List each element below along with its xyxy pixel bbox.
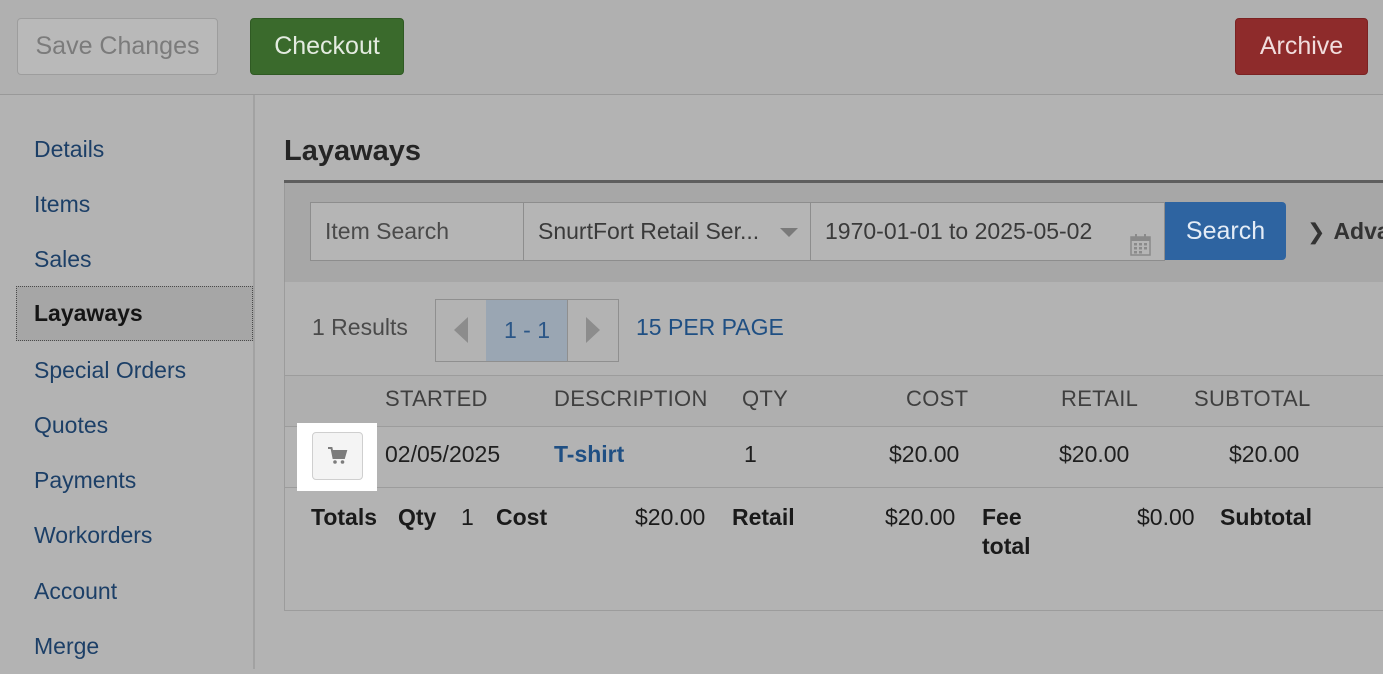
totals-cost-value: $20.00 bbox=[635, 504, 706, 530]
calendar-icon[interactable] bbox=[1130, 220, 1151, 256]
column-header-started[interactable]: STARTED bbox=[385, 386, 488, 412]
advanced-label: Adva bbox=[1333, 218, 1383, 244]
toolbar: Save Changes Checkout Archive bbox=[0, 0, 1383, 95]
per-page-selector[interactable]: 15 PER PAGE bbox=[636, 314, 784, 341]
shop-select[interactable]: SnurtFort Retail Ser... bbox=[523, 202, 811, 261]
date-range-input[interactable]: 1970-01-01 to 2025-05-02 bbox=[810, 202, 1165, 261]
cell-retail: $20.00 bbox=[1059, 441, 1130, 467]
sidebar-item-layaways[interactable]: Layaways bbox=[16, 286, 253, 341]
totals-fee-value: $0.00 bbox=[1137, 504, 1195, 530]
advanced-toggle[interactable]: ❯ Adva bbox=[1307, 202, 1383, 260]
main-content: Layaways Item Search SnurtFort Retail Se… bbox=[255, 95, 1383, 669]
table-header: STARTED DESCRIPTION QTY COST RETAIL SUBT… bbox=[285, 375, 1383, 427]
totals-fee-label: Fee bbox=[982, 504, 1022, 530]
chevron-down-icon bbox=[780, 228, 798, 237]
results-panel: 1 Results 1 - 1 15 PER PAGE STARTED DESC… bbox=[284, 282, 1383, 611]
archive-button[interactable]: Archive bbox=[1235, 18, 1368, 75]
pagination: 1 - 1 bbox=[435, 299, 619, 362]
cell-qty: 1 bbox=[744, 441, 757, 467]
totals-label: Totals bbox=[311, 504, 378, 530]
column-header-subtotal[interactable]: SUBTOTAL bbox=[1194, 386, 1311, 412]
cell-subtotal: $20.00 bbox=[1229, 441, 1300, 467]
search-button[interactable]: Search bbox=[1165, 202, 1286, 260]
sidebar-item-quotes[interactable]: Quotes bbox=[16, 398, 253, 453]
column-header-description[interactable]: DESCRIPTION bbox=[554, 386, 708, 412]
totals-qty-label: Qty bbox=[398, 504, 437, 530]
table-row: 02/05/2025 T-shirt 1 $20.00 $20.00 $20.0… bbox=[285, 423, 1383, 491]
add-to-cart-button[interactable] bbox=[312, 432, 363, 480]
totals-subtotal-label: Subtotal bbox=[1220, 504, 1312, 530]
checkout-button[interactable]: Checkout bbox=[250, 18, 404, 75]
sidebar-item-merge[interactable]: Merge bbox=[16, 619, 253, 674]
cart-icon bbox=[328, 447, 348, 464]
sidebar-item-items[interactable]: Items bbox=[16, 177, 253, 232]
next-page-button[interactable] bbox=[567, 300, 618, 361]
item-description-link[interactable]: T-shirt bbox=[554, 441, 624, 468]
totals-cost-label: Cost bbox=[496, 504, 548, 530]
date-range-value: 1970-01-01 to 2025-05-02 bbox=[825, 218, 1093, 244]
column-header-qty[interactable]: QTY bbox=[742, 386, 788, 412]
filter-bar: Item Search SnurtFort Retail Ser... 1970… bbox=[284, 183, 1383, 282]
page-range: 1 - 1 bbox=[486, 300, 568, 361]
sidebar-item-workorders[interactable]: Workorders bbox=[16, 508, 253, 563]
results-count: 1 Results bbox=[312, 314, 408, 340]
save-changes-button[interactable]: Save Changes bbox=[17, 18, 218, 75]
cell-cost: $20.00 bbox=[889, 441, 960, 467]
column-header-retail[interactable]: RETAIL bbox=[1061, 386, 1138, 412]
sidebar-item-details[interactable]: Details bbox=[16, 122, 253, 177]
totals-fee-label-line2: total bbox=[982, 533, 1031, 559]
sidebar-item-special-orders[interactable]: Special Orders bbox=[16, 343, 253, 398]
item-search-input[interactable]: Item Search bbox=[310, 202, 525, 261]
chevron-right-icon: ❯ bbox=[1307, 219, 1326, 244]
totals-row: Totals Qty 1 Cost $20.00 Retail $20.00 F… bbox=[285, 504, 1383, 584]
totals-qty-value: 1 bbox=[461, 504, 474, 530]
totals-retail-value: $20.00 bbox=[885, 504, 956, 530]
sidebar-item-account[interactable]: Account bbox=[16, 564, 253, 619]
column-header-cost[interactable]: COST bbox=[906, 386, 968, 412]
shop-select-value: SnurtFort Retail Ser... bbox=[538, 218, 760, 244]
cell-started: 02/05/2025 bbox=[385, 441, 501, 467]
previous-page-button[interactable] bbox=[436, 300, 487, 361]
totals-retail-label: Retail bbox=[732, 504, 795, 530]
sidebar-item-sales[interactable]: Sales bbox=[16, 232, 253, 287]
sidebar-nav: Details Items Sales Layaways Special Ord… bbox=[0, 95, 255, 669]
page-title: Layaways bbox=[284, 135, 422, 167]
sidebar-item-payments[interactable]: Payments bbox=[16, 453, 253, 508]
